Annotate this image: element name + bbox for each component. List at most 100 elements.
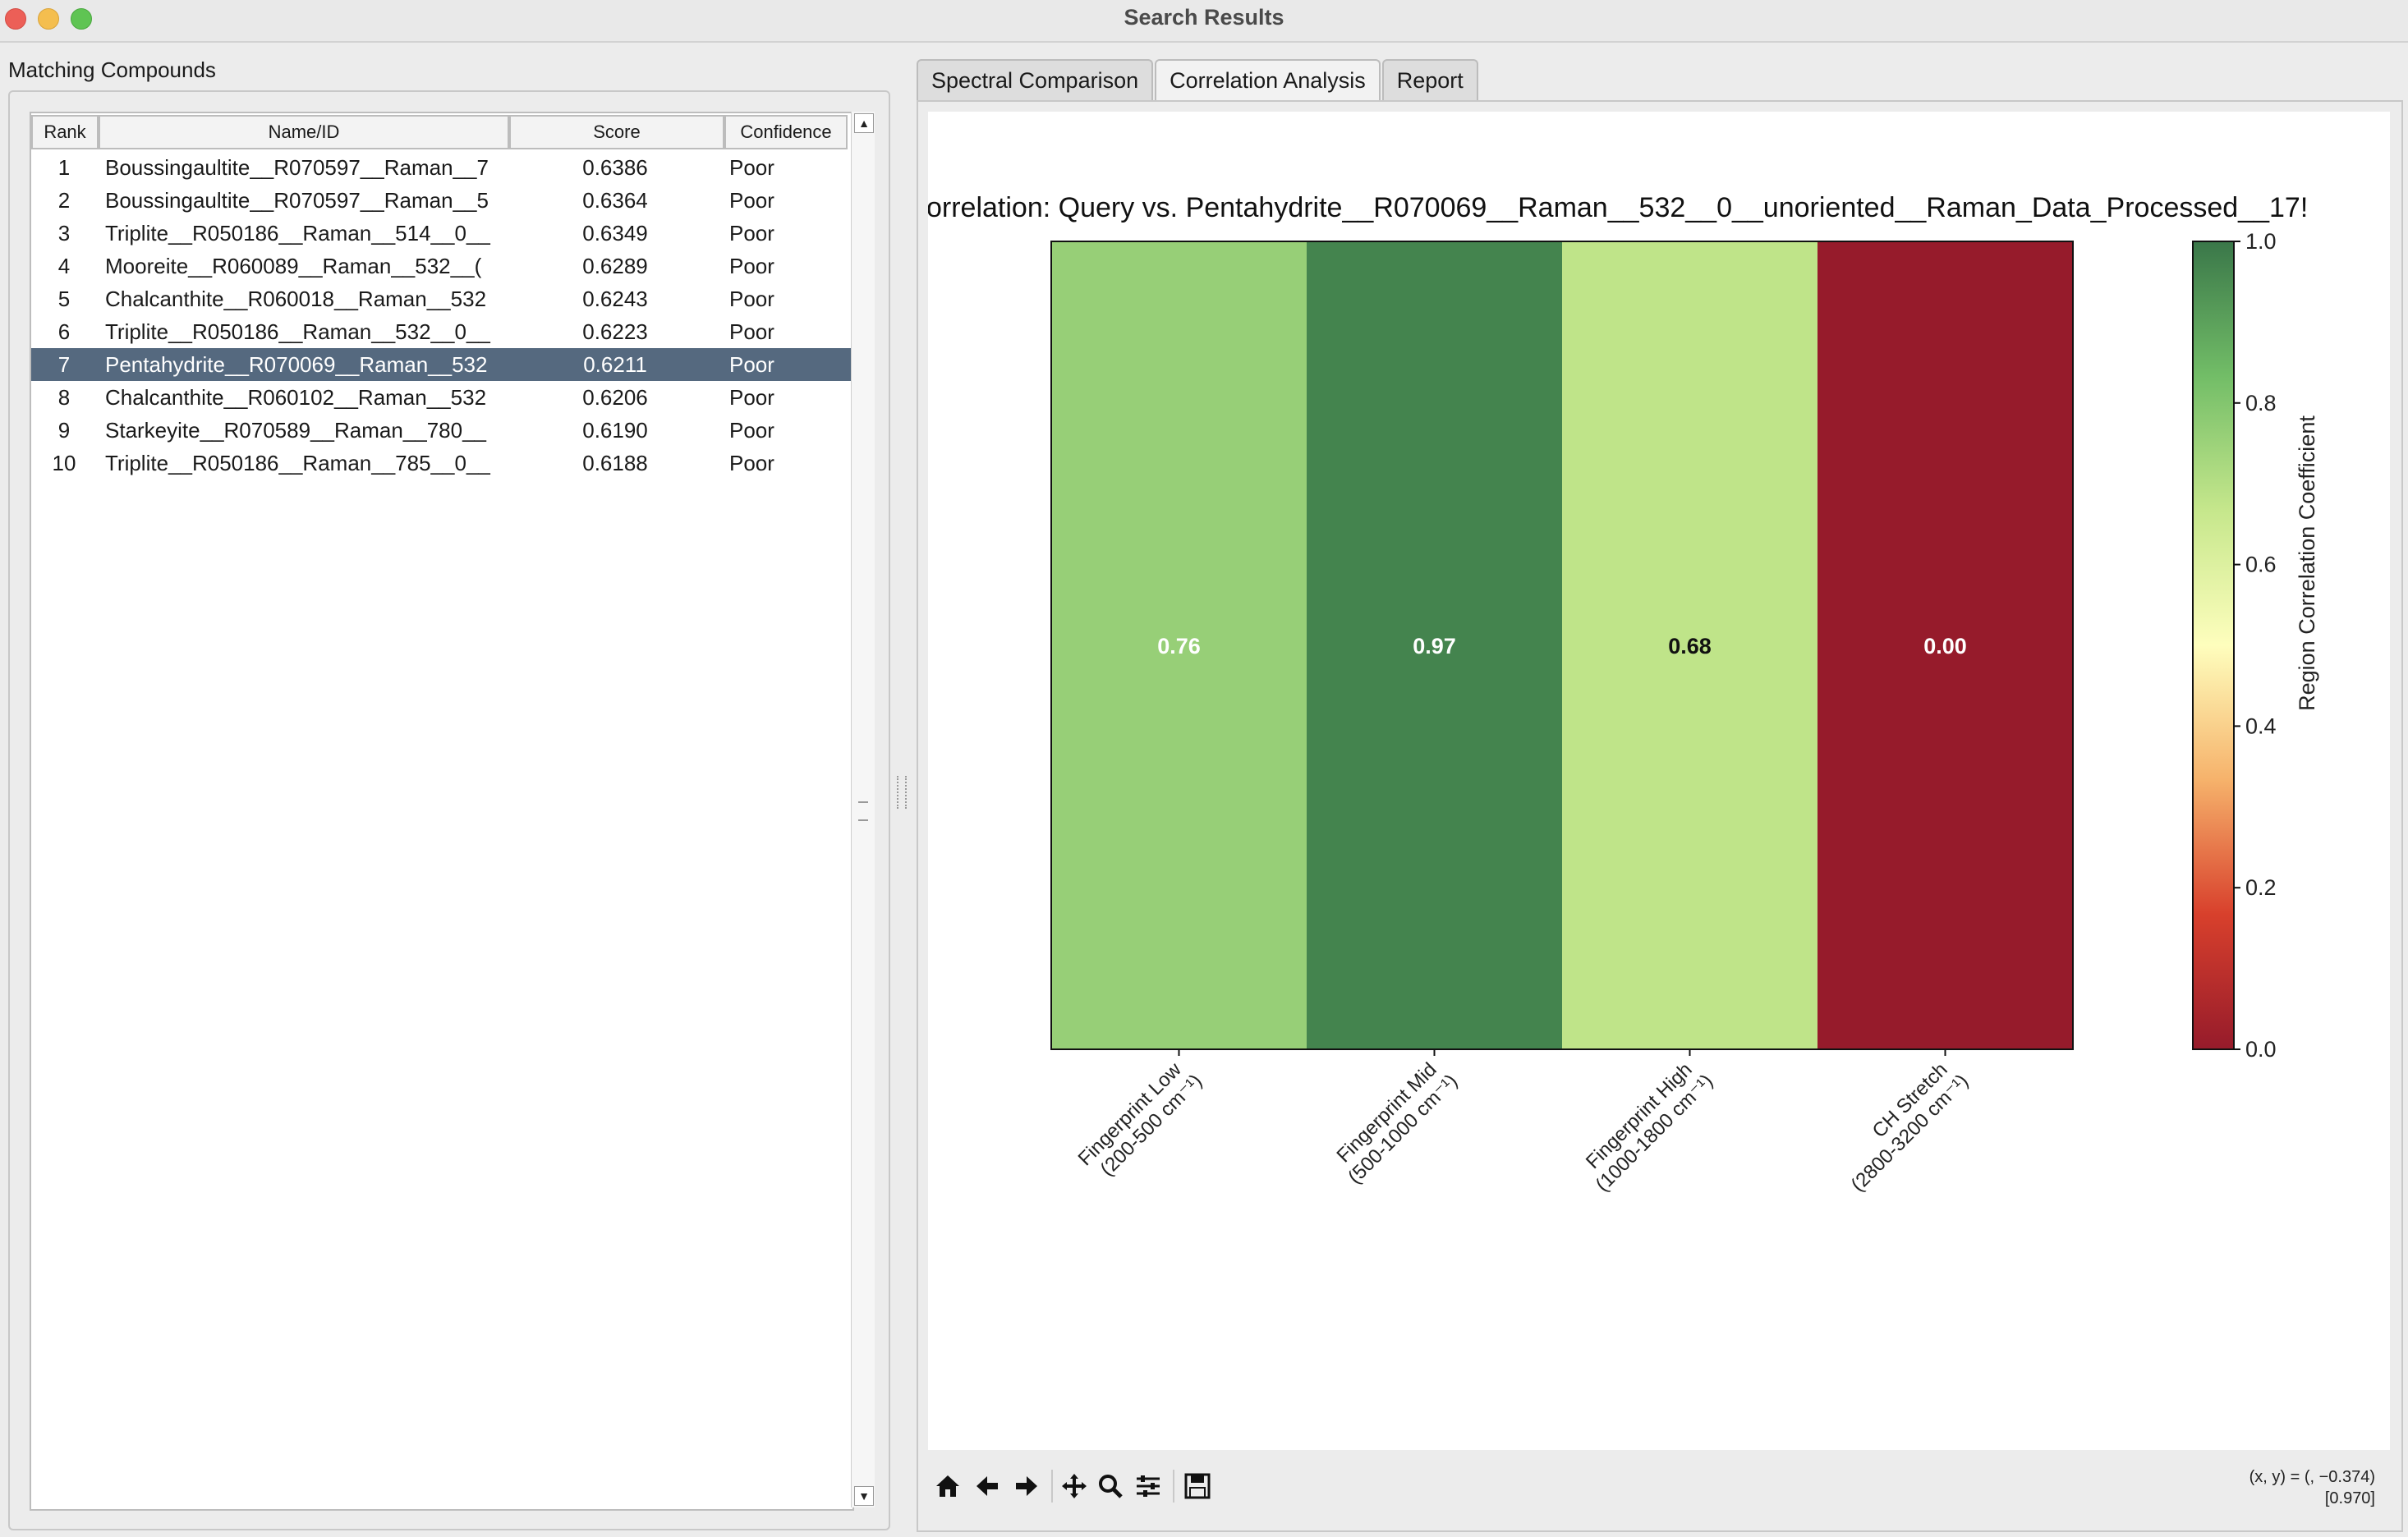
rank-cell: 9 (57, 417, 71, 443)
rank-cell: 4 (57, 253, 71, 278)
forward-arrow-icon[interactable] (1010, 1470, 1043, 1503)
column-header-score[interactable]: Score (509, 115, 724, 149)
table-header: Rank Name/ID Score Confidence (31, 113, 852, 151)
table-row[interactable]: 5 Chalcanthite__R060018__Raman__532 0.6243… (31, 282, 852, 315)
name-cell: Triplite__R050186__Raman__785__0__ (105, 450, 490, 475)
score-cell: 0.6243 (582, 286, 648, 311)
x-tick-label: Fingerprint Low(200-500 cm⁻¹) (1074, 1053, 1207, 1186)
confidence-cell: Poor (729, 384, 774, 410)
table-row[interactable]: 3 Triplite__R050186__Raman__514__0__ 0.634… (31, 217, 852, 250)
column-header-name[interactable]: Name/ID (99, 115, 509, 149)
table-row[interactable]: 6 Triplite__R050186__Raman__532__0__ 0.622… (31, 315, 852, 348)
rank-cell: 7 (57, 351, 71, 377)
confidence-cell: Poor (729, 220, 774, 245)
table-row[interactable]: 9 Starkeyite__R070589__Raman__780__ 0.6190… (31, 414, 852, 447)
confidence-cell: Poor (729, 417, 774, 443)
cell-value-label: 0.68 (1668, 634, 1712, 658)
colorbar-tick-label: 0.8 (2245, 391, 2277, 415)
colorbar-label: Region Correlation Coefficient (2295, 415, 2319, 711)
back-arrow-icon[interactable] (971, 1470, 1004, 1503)
score-cell: 0.6206 (582, 384, 648, 410)
confidence-cell: Poor (729, 154, 774, 180)
confidence-cell: Poor (729, 253, 774, 278)
name-cell: Mooreite__R060089__Raman__532__( (105, 253, 482, 278)
plot-canvas[interactable]: orrelation: Query vs. Pentahydrite__R070… (928, 112, 2390, 1450)
confidence-cell: Poor (729, 187, 774, 213)
name-cell: Starkeyite__R070589__Raman__780__ (105, 417, 487, 443)
cell-value-label: 0.00 (1923, 634, 1967, 658)
title-bar: Search Results (0, 0, 2408, 43)
scroll-down-icon[interactable]: ▼ (854, 1486, 874, 1506)
colorbar (2192, 241, 2235, 1050)
home-icon[interactable] (931, 1470, 964, 1503)
column-header-rank[interactable]: Rank (31, 115, 99, 149)
cell-value-label: 0.76 (1157, 634, 1201, 658)
score-cell: 0.6190 (582, 417, 648, 443)
scroll-up-icon[interactable]: ▲ (854, 113, 874, 133)
table-row[interactable]: 2 Boussingaultite__R070597__Raman__5 0.636… (31, 184, 852, 217)
score-cell: 0.6223 (582, 319, 648, 344)
confidence-cell: Poor (729, 450, 774, 475)
column-header-confidence[interactable]: Confidence (724, 115, 848, 149)
x-tick-label: Fingerprint Mid(500-1000 cm⁻¹) (1327, 1053, 1462, 1188)
tab-correlation-analysis[interactable]: Correlation Analysis (1155, 59, 1381, 100)
colorbar-tick-label: 1.0 (2245, 229, 2277, 254)
pan-icon[interactable] (1058, 1470, 1091, 1503)
tab-report[interactable]: Report (1381, 59, 1478, 100)
rank-cell: 10 (52, 450, 76, 475)
colorbar-tick-label: 0.0 (2245, 1037, 2277, 1062)
matching-compounds-label: Matching Compounds (8, 57, 216, 82)
confidence-cell: Poor (729, 319, 774, 344)
colorbar-tick-label: 0.2 (2245, 875, 2277, 900)
toolbar-separator (1051, 1470, 1053, 1503)
zoom-icon[interactable] (1094, 1470, 1127, 1503)
confidence-cell: Poor (729, 351, 774, 377)
toolbar-separator (1173, 1470, 1174, 1503)
panel-splitter-handle[interactable] (897, 776, 907, 809)
configure-subplots-icon[interactable] (1132, 1470, 1165, 1503)
confidence-cell: Poor (729, 286, 774, 311)
score-cell: 0.6211 (583, 351, 647, 377)
score-cell: 0.6349 (582, 220, 648, 245)
chart-title: orrelation: Query vs. Pentahydrite__R070… (928, 192, 2308, 223)
matching-compounds-frame: Rank Name/ID Score Confidence 1 Boussinga… (8, 90, 890, 1530)
tab-bar: Spectral Comparison Correlation Analysis… (917, 59, 1480, 102)
name-cell: Triplite__R050186__Raman__514__0__ (105, 220, 490, 245)
name-cell: Chalcanthite__R060102__Raman__532 (105, 384, 487, 410)
score-cell: 0.6188 (582, 450, 648, 475)
table-row[interactable]: 7 Pentahydrite__R070069__Raman__532 0.6211… (31, 348, 852, 381)
cursor-coordinates: (x, y) = (, −0.374) [0.970] (2249, 1466, 2375, 1509)
score-cell: 0.6364 (582, 187, 648, 213)
table-row[interactable]: 4 Mooreite__R060089__Raman__532__( 0.6289 P… (31, 250, 852, 282)
table-scrollbar[interactable]: ▲ ▼ (851, 112, 875, 1507)
name-cell: Chalcanthite__R060018__Raman__532 (105, 286, 487, 311)
colorbar-tick-label: 0.6 (2245, 553, 2277, 577)
x-tick-label: Fingerprint High(1000-1800 cm⁻¹) (1575, 1053, 1717, 1195)
save-icon[interactable] (1181, 1470, 1214, 1503)
correlation-heatmap-chart: orrelation: Query vs. Pentahydrite__R070… (928, 192, 2319, 1196)
window-title: Search Results (1124, 5, 1284, 30)
rank-cell: 5 (57, 286, 71, 311)
plot-toolbar: (x, y) = (, −0.374) [0.970] (928, 1458, 2390, 1521)
cell-value-label: 0.97 (1413, 634, 1456, 658)
score-cell: 0.6289 (582, 253, 648, 278)
rank-cell: 3 (57, 220, 71, 245)
x-tick-label: CH Stretch(2800-3200 cm⁻¹) (1831, 1053, 1973, 1195)
table-body: 1 Boussingaultite__R070597__Raman__7 0.638… (31, 151, 852, 479)
coords-line-1: (x, y) = (, −0.374) (2249, 1468, 2375, 1486)
name-cell: Pentahydrite__R070069__Raman__532 (105, 351, 488, 377)
name-cell: Boussingaultite__R070597__Raman__5 (105, 187, 489, 213)
table-row[interactable]: 10 Triplite__R050186__Raman__785__0__ 0.61… (31, 447, 852, 479)
rank-cell: 8 (57, 384, 71, 410)
colorbar-tick-label: 0.4 (2245, 713, 2277, 738)
rank-cell: 6 (57, 319, 71, 344)
tab-spectral-comparison[interactable]: Spectral Comparison (917, 59, 1154, 100)
table-row[interactable]: 8 Chalcanthite__R060102__Raman__532 0.6206… (31, 381, 852, 414)
table-row[interactable]: 1 Boussingaultite__R070597__Raman__7 0.638… (31, 151, 852, 184)
correlation-analysis-panel: orrelation: Query vs. Pentahydrite__R070… (917, 100, 2403, 1532)
rank-cell: 2 (57, 187, 71, 213)
name-cell: Triplite__R050186__Raman__532__0__ (105, 319, 490, 344)
results-table[interactable]: Rank Name/ID Score Confidence 1 Boussinga… (30, 112, 854, 1511)
scroll-thumb[interactable] (858, 801, 868, 821)
score-cell: 0.6386 (582, 154, 648, 180)
